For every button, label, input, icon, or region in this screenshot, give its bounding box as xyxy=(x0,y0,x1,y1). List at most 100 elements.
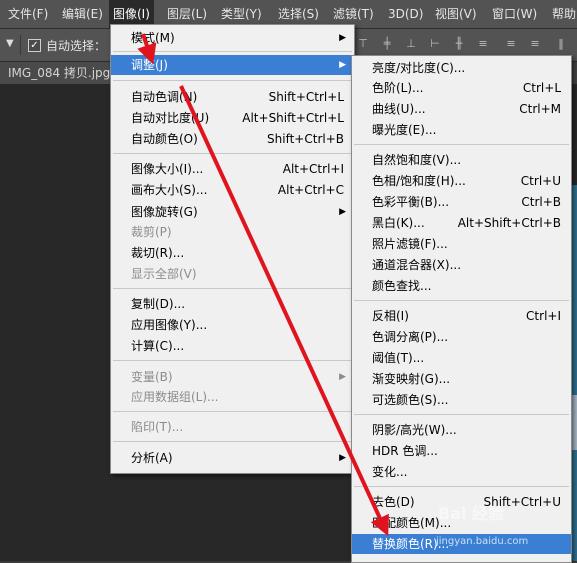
menu-item-adjustments[interactable]: 调整(J) ▶ xyxy=(111,55,354,75)
auto-select-checkbox[interactable]: ✓ xyxy=(28,39,41,52)
menu-item-exposure[interactable]: 曝光度(E)... xyxy=(352,120,571,140)
menu-shortcut: Alt+Shift+Ctrl+L xyxy=(242,111,344,125)
menu-item-label: 应用数据组(L)... xyxy=(131,390,219,404)
align-top-icon[interactable]: ⊤ xyxy=(356,37,370,51)
menu-item-variations[interactable]: 变化... xyxy=(352,462,571,482)
menu-window[interactable]: 窗口(W) xyxy=(488,0,541,28)
menu-item-threshold[interactable]: 阈值(T)... xyxy=(352,348,571,368)
distribute-vcenter-icon[interactable]: ≡ xyxy=(504,37,518,51)
menu-item-label: 曝光度(E)... xyxy=(372,123,437,137)
menu-item-label: 可选颜色(S)... xyxy=(372,393,449,407)
menu-item-image-rotation[interactable]: 图像旋转(G) ▶ xyxy=(111,202,354,222)
menu-item-analysis[interactable]: 分析(A) ▶ xyxy=(111,448,354,468)
align-left-icon[interactable]: ⊢ xyxy=(428,37,442,51)
menu-item-label: 反相(I) xyxy=(372,309,409,323)
menu-item-levels[interactable]: 色阶(L)... Ctrl+L xyxy=(352,78,571,98)
menu-item-label: 黑白(K)... xyxy=(372,216,425,230)
menu-item-label: 裁剪(P) xyxy=(131,225,172,239)
submenu-arrow-icon: ▶ xyxy=(339,453,346,463)
menu-item-label: 画布大小(S)... xyxy=(131,183,208,197)
submenu-arrow-icon: ▶ xyxy=(339,207,346,217)
document-tab[interactable]: IMG_084 拷贝.jpg xyxy=(0,62,119,84)
menu-separator xyxy=(354,414,569,415)
menu-item-canvas-size[interactable]: 画布大小(S)... Alt+Ctrl+C xyxy=(111,180,354,200)
align-vcenter-icon[interactable]: ╪ xyxy=(380,37,394,51)
menu-edit[interactable]: 编辑(E) xyxy=(58,0,107,28)
menu-item-apply-image[interactable]: 应用图像(Y)... xyxy=(111,315,354,335)
menu-item-label: 分析(A) xyxy=(131,451,173,465)
menu-shortcut: Ctrl+M xyxy=(519,102,561,116)
menu-item-gradient-map[interactable]: 渐变映射(G)... xyxy=(352,369,571,389)
menu-item-brightness-contrast[interactable]: 亮度/对比度(C)... xyxy=(352,58,571,78)
menu-item-label: 图像旋转(G) xyxy=(131,205,198,219)
menu-separator xyxy=(113,360,352,361)
menu-separator xyxy=(354,486,569,487)
menu-separator xyxy=(113,80,352,81)
menu-shortcut: Shift+Ctrl+L xyxy=(268,90,344,104)
menu-item-apply-data-set: 应用数据组(L)... xyxy=(111,387,354,407)
menu-item-reveal-all: 显示全部(V) xyxy=(111,264,354,284)
menu-separator xyxy=(113,441,352,442)
menu-shortcut: Shift+Ctrl+B xyxy=(267,132,344,146)
menu-item-label: 调整(J) xyxy=(131,58,168,72)
menu-item-invert[interactable]: 反相(I) Ctrl+I xyxy=(352,306,571,326)
menu-item-trap: 陷印(T)... xyxy=(111,417,354,437)
menu-item-duplicate[interactable]: 复制(D)... xyxy=(111,294,354,314)
menu-item-label: 计算(C)... xyxy=(131,339,185,353)
menu-file[interactable]: 文件(F) xyxy=(4,0,52,28)
menu-view[interactable]: 视图(V) xyxy=(431,0,481,28)
menu-item-label: 通道混合器(X)... xyxy=(372,258,462,272)
menu-item-label: 色调分离(P)... xyxy=(372,330,449,344)
menu-item-label: 色彩平衡(B)... xyxy=(372,195,450,209)
distribute-bottom-icon[interactable]: ≡ xyxy=(528,37,542,51)
menu-item-photo-filter[interactable]: 照片滤镜(F)... xyxy=(352,234,571,254)
menu-item-selective-color[interactable]: 可选颜色(S)... xyxy=(352,390,571,410)
menu-item-hue-saturation[interactable]: 色相/饱和度(H)... Ctrl+U xyxy=(352,171,571,191)
menu-item-label: 模式(M) xyxy=(131,31,175,45)
distribute-top-icon[interactable]: ≡ xyxy=(476,37,490,51)
menu-item-hdr-toning[interactable]: HDR 色调... xyxy=(352,441,571,461)
menu-separator xyxy=(354,144,569,145)
align-toolbar: ⊤ ╪ ⊥ ⊢ ╫ ≡ ≡ ≡ ‖ xyxy=(356,37,577,53)
menu-item-posterize[interactable]: 色调分离(P)... xyxy=(352,327,571,347)
menu-item-label: 颜色查找... xyxy=(372,279,432,293)
menu-item-mode[interactable]: 模式(M) ▶ xyxy=(111,28,354,48)
menu-item-curves[interactable]: 曲线(U)... Ctrl+M xyxy=(352,99,571,119)
menu-item-label: 变量(B) xyxy=(131,370,173,384)
menu-item-auto-tone[interactable]: 自动色调(N) Shift+Ctrl+L xyxy=(111,87,354,107)
submenu-arrow-icon: ▶ xyxy=(339,33,346,43)
tool-preset-chevron-icon[interactable]: ▼ xyxy=(6,38,14,49)
menu-item-label: 自动对比度(U) xyxy=(131,111,210,125)
align-bottom-icon[interactable]: ⊥ xyxy=(404,37,418,51)
options-divider xyxy=(20,35,21,55)
menu-shortcut: Alt+Ctrl+C xyxy=(277,183,344,197)
menu-item-label: 自动色调(N) xyxy=(131,90,198,104)
menu-item-channel-mixer[interactable]: 通道混合器(X)... xyxy=(352,255,571,275)
menu-separator xyxy=(354,300,569,301)
menu-item-label: 色相/饱和度(H)... xyxy=(372,174,466,188)
menu-3d[interactable]: 3D(D) xyxy=(384,0,427,28)
menu-item-color-lookup[interactable]: 颜色查找... xyxy=(352,276,571,296)
menu-help[interactable]: 帮助 xyxy=(548,0,577,28)
baidu-watermark-url: jingyan.baidu.com xyxy=(436,536,529,547)
menu-item-color-balance[interactable]: 色彩平衡(B)... Ctrl+B xyxy=(352,192,571,212)
menu-item-label: 变化... xyxy=(372,465,408,479)
menu-item-image-size[interactable]: 图像大小(I)... Alt+Ctrl+I xyxy=(111,159,354,179)
menu-item-label: 色阶(L)... xyxy=(372,81,424,95)
menu-item-black-white[interactable]: 黑白(K)... Alt+Shift+Ctrl+B xyxy=(352,213,571,233)
align-hcenter-icon[interactable]: ╫ xyxy=(452,37,466,51)
menu-item-label: 自然饱和度(V)... xyxy=(372,153,462,167)
menu-item-auto-contrast[interactable]: 自动对比度(U) Alt+Shift+Ctrl+L xyxy=(111,108,354,128)
menu-item-vibrance[interactable]: 自然饱和度(V)... xyxy=(352,150,571,170)
image-menu: 模式(M) ▶ 调整(J) ▶ 自动色调(N) Shift+Ctrl+L 自动对… xyxy=(110,24,355,474)
menu-separator xyxy=(113,288,352,289)
menu-item-shadows-highlights[interactable]: 阴影/高光(W)... xyxy=(352,420,571,440)
menu-shortcut: Alt+Shift+Ctrl+B xyxy=(457,216,561,230)
menu-item-auto-color[interactable]: 自动颜色(O) Shift+Ctrl+B xyxy=(111,129,354,149)
menu-item-calculations[interactable]: 计算(C)... xyxy=(111,336,354,356)
distribute-left-icon[interactable]: ‖ xyxy=(554,37,568,51)
menu-item-trim[interactable]: 裁切(R)... xyxy=(111,243,354,263)
menu-item-label: 应用图像(Y)... xyxy=(131,318,208,332)
menu-item-label: 渐变映射(G)... xyxy=(372,372,451,386)
menu-item-label: 亮度/对比度(C)... xyxy=(372,61,466,75)
